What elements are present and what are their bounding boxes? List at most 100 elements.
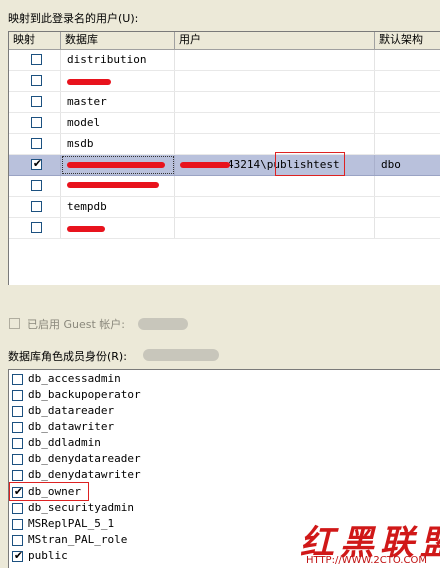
column-header-database[interactable]: 数据库 bbox=[61, 32, 175, 49]
database-cell: tempdb bbox=[61, 197, 175, 217]
redaction-mark bbox=[67, 182, 159, 188]
users-mapping-grid[interactable]: 映射 数据库 用户 默认架构 distribution master model… bbox=[8, 31, 440, 285]
schema-cell bbox=[375, 71, 440, 91]
user-cell bbox=[175, 71, 375, 91]
mapped-cell bbox=[9, 71, 61, 91]
redaction-blur bbox=[138, 318, 188, 330]
mapped-checkbox[interactable] bbox=[31, 222, 42, 233]
user-row-msdb[interactable]: msdb bbox=[9, 134, 440, 155]
schema-cell: dbo bbox=[381, 158, 401, 171]
role-checkbox[interactable] bbox=[12, 470, 23, 481]
role-item-db-denydatawriter[interactable]: db_denydatawriter bbox=[9, 467, 440, 483]
user-row-redacted[interactable] bbox=[9, 218, 440, 239]
role-label: db_denydatareader bbox=[28, 452, 141, 465]
mapped-checkbox[interactable] bbox=[31, 54, 42, 65]
schema-cell bbox=[375, 176, 440, 196]
role-item-db-datawriter[interactable]: db_datawriter bbox=[9, 419, 440, 435]
mapped-cell bbox=[9, 176, 61, 196]
role-checkbox[interactable] bbox=[12, 374, 23, 385]
column-header-user[interactable]: 用户 bbox=[175, 32, 375, 49]
redaction-mark bbox=[67, 162, 165, 168]
user-cell bbox=[175, 50, 375, 70]
database-cell bbox=[61, 155, 175, 175]
schema-cell bbox=[375, 134, 440, 154]
user-row-redacted[interactable] bbox=[9, 71, 440, 92]
user-row-model[interactable]: model bbox=[9, 113, 440, 134]
role-label: db_ddladmin bbox=[28, 436, 101, 449]
user-row-tempdb[interactable]: tempdb bbox=[9, 197, 440, 218]
user-cell bbox=[175, 176, 375, 196]
role-checkbox[interactable]: ✔ bbox=[12, 549, 24, 562]
role-label: public bbox=[28, 549, 68, 562]
database-cell bbox=[61, 176, 175, 196]
redaction-mark bbox=[67, 79, 111, 85]
mapped-checkbox[interactable] bbox=[31, 201, 42, 212]
role-label: db_datawriter bbox=[28, 420, 115, 433]
database-cell: master bbox=[61, 92, 175, 112]
role-label: db_backupoperator bbox=[28, 388, 141, 401]
schema-cell bbox=[375, 50, 440, 70]
role-item-db-denydatareader[interactable]: db_denydatareader bbox=[9, 451, 440, 467]
role-checkbox[interactable] bbox=[12, 438, 23, 449]
database-cell: msdb bbox=[61, 134, 175, 154]
redaction-mark bbox=[67, 226, 105, 232]
mapped-checkbox[interactable] bbox=[31, 75, 42, 86]
redaction-blur bbox=[143, 349, 219, 361]
redaction-mark bbox=[180, 162, 230, 168]
role-item-db-accessadmin[interactable]: db_accessadmin bbox=[9, 371, 440, 387]
role-item-db-ddladmin[interactable]: db_ddladmin bbox=[9, 435, 440, 451]
role-checkbox[interactable] bbox=[12, 406, 23, 417]
database-cell: distribution bbox=[61, 50, 175, 70]
guest-enabled-checkbox[interactable] bbox=[9, 318, 20, 329]
role-checkbox[interactable] bbox=[12, 390, 23, 401]
role-item-db-backupoperator[interactable]: db_backupoperator bbox=[9, 387, 440, 403]
user-row-master[interactable]: master bbox=[9, 92, 440, 113]
schema-cell bbox=[375, 197, 440, 217]
mapped-checkbox[interactable] bbox=[31, 180, 42, 191]
role-checkbox[interactable] bbox=[12, 422, 23, 433]
role-label: MSReplPAL_5_1 bbox=[28, 517, 115, 530]
role-checkbox[interactable] bbox=[12, 535, 23, 546]
watermark-url: HTTP://WWW.2CTO.COM bbox=[306, 555, 427, 566]
roles-section-label: 数据库角色成员身份(R): bbox=[8, 350, 127, 363]
user-cell bbox=[175, 218, 375, 238]
schema-cell bbox=[375, 92, 440, 112]
column-header-mapped[interactable]: 映射 bbox=[9, 32, 61, 49]
check-mark-icon: ✔ bbox=[32, 157, 43, 170]
mapped-checkbox[interactable]: ✔ bbox=[31, 157, 43, 170]
mapped-checkbox[interactable] bbox=[31, 117, 42, 128]
user-row-selected[interactable]: ✔ 43214\publishtest dbo bbox=[9, 155, 440, 176]
column-header-default-schema[interactable]: 默认架构 bbox=[375, 32, 440, 49]
check-mark-icon: ✔ bbox=[13, 549, 24, 562]
mapped-cell bbox=[9, 218, 61, 238]
user-cell bbox=[175, 197, 375, 217]
role-item-db-securityadmin[interactable]: db_securityadmin bbox=[9, 500, 440, 516]
role-label: db_denydatawriter bbox=[28, 468, 141, 481]
user-cell bbox=[175, 134, 375, 154]
mapped-checkbox[interactable] bbox=[31, 138, 42, 149]
user-row-redacted[interactable] bbox=[9, 176, 440, 197]
role-label: MStran_PAL_role bbox=[28, 533, 128, 546]
database-cell bbox=[61, 218, 175, 238]
role-label: db_accessadmin bbox=[28, 372, 121, 385]
role-checkbox[interactable] bbox=[12, 454, 23, 465]
users-grid-header: 映射 数据库 用户 默认架构 bbox=[9, 32, 440, 50]
mapped-cell bbox=[9, 197, 61, 217]
role-checkbox[interactable] bbox=[12, 519, 23, 530]
mapped-checkbox[interactable] bbox=[31, 96, 42, 107]
user-cell bbox=[175, 113, 375, 133]
database-cell: model bbox=[61, 113, 175, 133]
highlight-box bbox=[9, 482, 89, 501]
role-label: db_securityadmin bbox=[28, 501, 134, 514]
user-row-distribution[interactable]: distribution bbox=[9, 50, 440, 71]
mapped-cell bbox=[9, 113, 61, 133]
role-checkbox[interactable] bbox=[12, 503, 23, 514]
role-label: db_datareader bbox=[28, 404, 115, 417]
guest-account-label: 已启用 Guest 帐户: bbox=[27, 318, 126, 331]
schema-cell bbox=[375, 113, 440, 133]
highlight-box bbox=[275, 152, 345, 176]
mapped-cell bbox=[9, 92, 61, 112]
database-cell bbox=[61, 71, 175, 91]
mapped-cell bbox=[9, 50, 61, 70]
role-item-db-datareader[interactable]: db_datareader bbox=[9, 403, 440, 419]
